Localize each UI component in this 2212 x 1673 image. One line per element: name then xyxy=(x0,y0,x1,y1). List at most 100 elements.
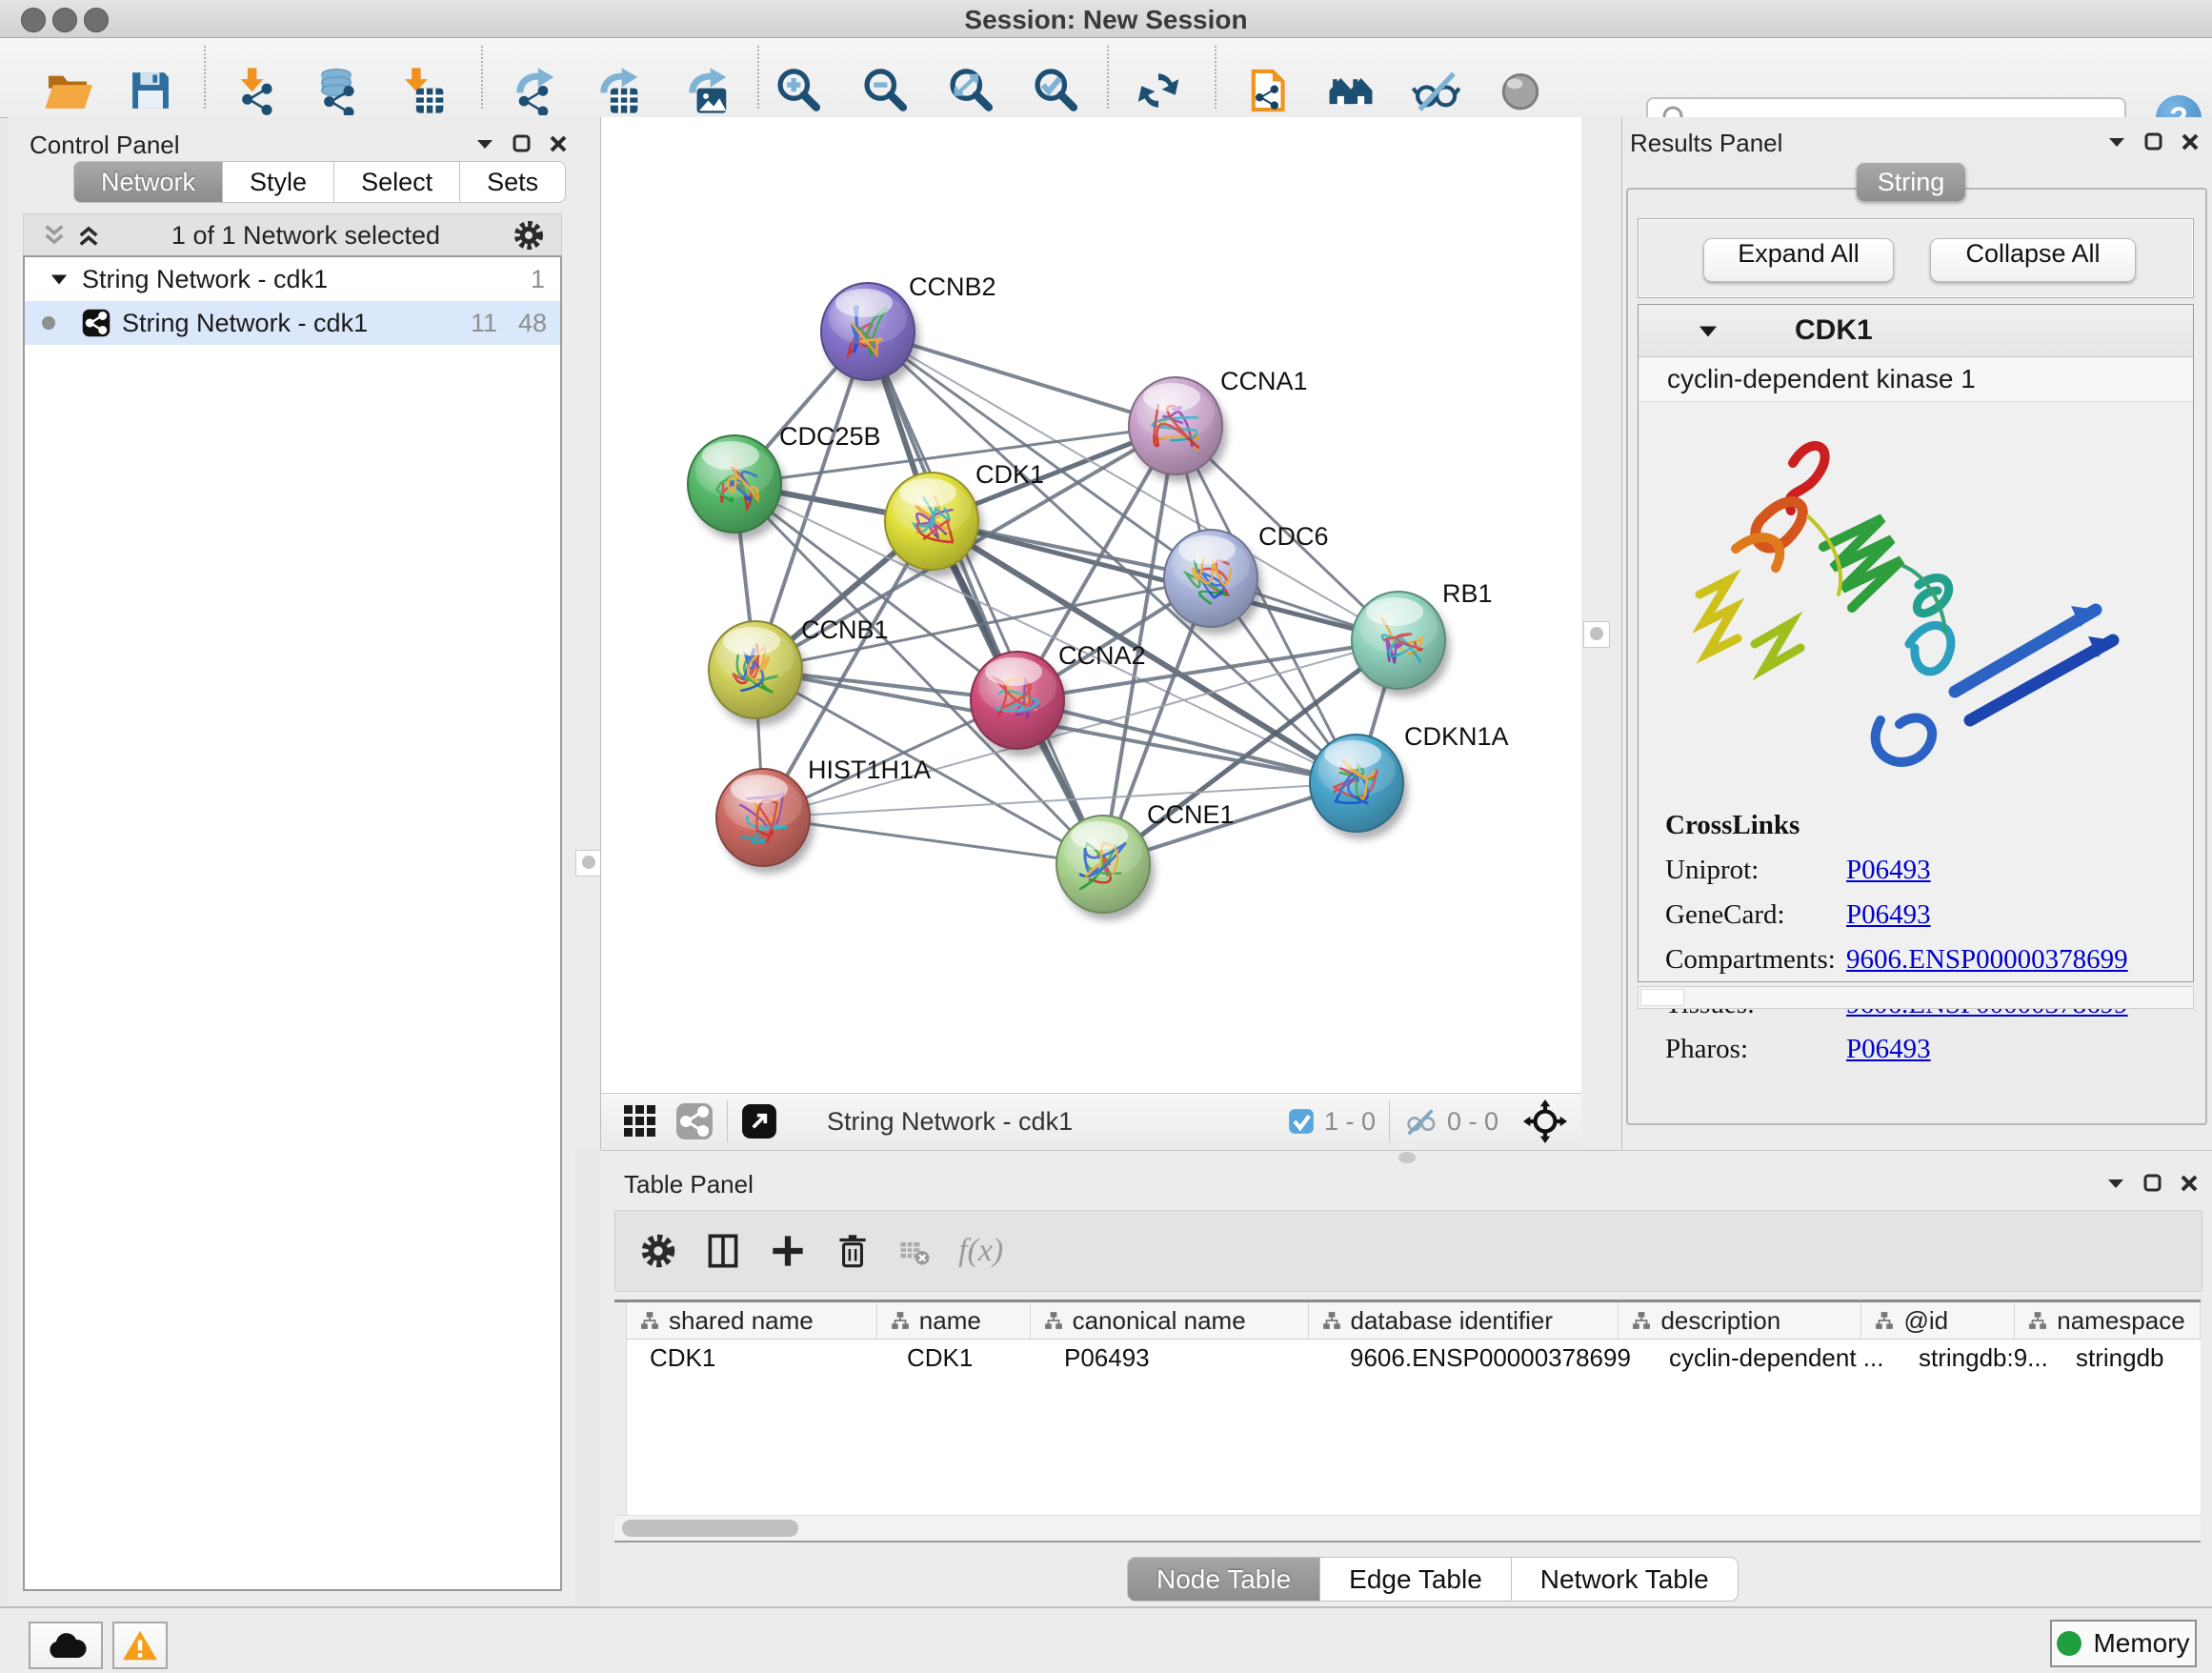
network-collection-row[interactable]: String Network - cdk1 1 xyxy=(25,257,560,301)
network-node-HIST1H1A[interactable] xyxy=(716,769,814,874)
float-panel-icon[interactable] xyxy=(2106,134,2127,150)
column-header-database-identifier[interactable]: database identifier xyxy=(1309,1302,1619,1339)
network-node-CDK1[interactable] xyxy=(885,473,983,577)
collapse-all-button[interactable]: Collapse All xyxy=(1930,238,2136,282)
horizontal-splitter-handle[interactable] xyxy=(1398,1152,1416,1163)
gene-header[interactable]: CDK1 xyxy=(1639,305,2193,357)
node-label-CDC25B: CDC25B xyxy=(779,422,881,451)
column-header-shared-name[interactable]: shared name xyxy=(627,1302,877,1339)
network-canvas[interactable]: CCNB2CCNA1CDC25BCDK1CDC6RB1CCNB1CCNA2CDK… xyxy=(600,117,1582,1094)
right-splitter-handle[interactable] xyxy=(1583,621,1610,648)
expand-all-icon[interactable] xyxy=(75,223,102,248)
import-network-icon xyxy=(230,66,279,115)
tab-node-table[interactable]: Node Table xyxy=(1127,1557,1320,1602)
tab-sets[interactable]: Sets xyxy=(460,161,566,203)
string-style-icon[interactable] xyxy=(675,1102,714,1140)
create-column-icon[interactable] xyxy=(766,1229,810,1273)
results-hscrollbar[interactable] xyxy=(1638,986,2194,1009)
float-panel-icon[interactable] xyxy=(2105,1176,2126,1191)
toolbar-refresh-layout-button[interactable] xyxy=(1134,66,1183,115)
network-edges[interactable] xyxy=(734,332,1398,864)
float-panel-icon[interactable] xyxy=(474,136,495,151)
toolbar-zoom-in-button[interactable] xyxy=(774,66,823,115)
toolbar-string-import-button[interactable] xyxy=(1242,66,1292,115)
column-header-namespace[interactable]: namespace xyxy=(2015,1302,2201,1339)
gear-icon[interactable] xyxy=(510,216,548,254)
toolbar-save-session-button[interactable] xyxy=(126,66,175,115)
table-row[interactable]: CDK1CDK1P064939606.ENSP00000378699cyclin… xyxy=(627,1340,2201,1376)
column-header-canonical-name[interactable]: canonical name xyxy=(1031,1302,1309,1339)
tab-style[interactable]: Style xyxy=(223,161,334,203)
edge-CCNB2-CCNE1[interactable] xyxy=(868,332,1103,864)
toolbar-open-file-button[interactable] xyxy=(43,66,92,115)
selected-checkbox-icon[interactable] xyxy=(1288,1108,1315,1135)
toolbar-export-image-button[interactable] xyxy=(681,66,731,115)
crosslink-link[interactable]: 9606.ENSP00000378699 xyxy=(1846,944,2128,976)
table-gear-icon[interactable] xyxy=(636,1229,680,1273)
crosslink-link[interactable]: P06493 xyxy=(1846,855,1931,886)
open-in-window-icon[interactable] xyxy=(741,1103,777,1139)
table-cell[interactable]: CDK1 xyxy=(627,1340,884,1376)
left-splitter[interactable] xyxy=(575,117,600,1148)
table-cell[interactable]: 9606.ENSP00000378699 xyxy=(1327,1340,1646,1376)
toolbar-string-home-button[interactable] xyxy=(1326,66,1376,115)
table-cell[interactable]: cyclin-dependent ... xyxy=(1646,1340,1896,1376)
table-cell[interactable]: stringdb xyxy=(2053,1340,2201,1376)
tab-network-table[interactable]: Network Table xyxy=(1512,1557,1739,1602)
toolbar-zoom-fit-button[interactable] xyxy=(946,66,995,115)
toolbar-zoom-out-button[interactable] xyxy=(860,66,910,115)
toolbar-export-table-button[interactable] xyxy=(593,66,642,115)
tree-expander-icon[interactable] xyxy=(50,272,69,287)
table-cell[interactable]: CDK1 xyxy=(884,1340,1041,1376)
expand-all-button[interactable]: Expand All xyxy=(1703,238,1894,282)
column-header-description[interactable]: description xyxy=(1619,1302,1861,1339)
network-node-CCNB2[interactable] xyxy=(821,283,919,388)
toolbar-import-database-button[interactable] xyxy=(312,66,361,115)
toolbar-glass-effect-button[interactable] xyxy=(1411,66,1460,115)
network-node-CDKN1A[interactable] xyxy=(1310,735,1408,839)
left-splitter-handle[interactable] xyxy=(575,850,602,877)
section-expander-icon[interactable] xyxy=(1698,323,1719,339)
cloud-status-button[interactable] xyxy=(29,1622,103,1669)
network-node-RB1[interactable] xyxy=(1352,592,1450,696)
results-hscroll-thumb[interactable] xyxy=(1640,989,1684,1006)
node-table[interactable]: shared namenamecanonical namedatabase id… xyxy=(614,1300,2201,1542)
column-header--id[interactable]: @id xyxy=(1861,1302,2015,1339)
crosslink-link[interactable]: P06493 xyxy=(1846,1034,1931,1065)
maximize-panel-icon[interactable] xyxy=(2144,132,2163,151)
memory-button[interactable]: Memory xyxy=(2050,1620,2197,1667)
crosslink-link[interactable]: P06493 xyxy=(1846,899,1931,931)
table-cell[interactable]: stringdb:9... xyxy=(1896,1340,2053,1376)
right-splitter[interactable] xyxy=(1581,117,1621,1148)
show-columns-icon[interactable] xyxy=(701,1229,745,1273)
tab-network[interactable]: Network xyxy=(73,161,223,203)
table-hscrollbar[interactable] xyxy=(614,1515,2201,1541)
toolbar-structure-eye-button[interactable] xyxy=(1496,66,1545,115)
function-builder-button[interactable]: f(x) xyxy=(958,1233,1003,1269)
close-panel-icon[interactable] xyxy=(2180,1174,2199,1193)
network-node-CDC25B[interactable] xyxy=(688,435,786,540)
table-hscroll-thumb[interactable] xyxy=(622,1520,798,1537)
table-cell[interactable]: P06493 xyxy=(1041,1340,1327,1376)
toolbar-export-network-button[interactable] xyxy=(509,66,558,115)
warning-status-button[interactable] xyxy=(112,1622,168,1669)
tab-string-results[interactable]: String xyxy=(1857,163,1965,201)
network-node-CCNA1[interactable] xyxy=(1129,377,1227,482)
birdseye-grid-icon[interactable] xyxy=(622,1103,658,1139)
close-panel-icon[interactable] xyxy=(549,134,568,153)
tab-select[interactable]: Select xyxy=(334,161,460,203)
collapse-all-icon[interactable] xyxy=(41,223,68,248)
tab-edge-table[interactable]: Edge Table xyxy=(1320,1557,1512,1602)
toolbar-import-table-button[interactable] xyxy=(398,66,448,115)
network-row-selected[interactable]: String Network - cdk1 11 48 xyxy=(25,301,560,345)
toolbar-import-network-button[interactable] xyxy=(230,66,279,115)
birdseye-navigator-icon[interactable] xyxy=(1523,1099,1567,1143)
close-panel-icon[interactable] xyxy=(2181,132,2200,151)
column-header-name[interactable]: name xyxy=(877,1302,1031,1339)
toolbar-zoom-selected-button[interactable] xyxy=(1031,66,1080,115)
network-node-CCNE1[interactable] xyxy=(1056,816,1155,920)
maximize-panel-icon[interactable] xyxy=(513,134,532,153)
network-graph[interactable]: CCNB2CCNA1CDC25BCDK1CDC6RB1CCNB1CCNA2CDK… xyxy=(601,117,1582,1093)
maximize-panel-icon[interactable] xyxy=(2143,1174,2162,1193)
delete-column-icon[interactable] xyxy=(831,1229,875,1273)
